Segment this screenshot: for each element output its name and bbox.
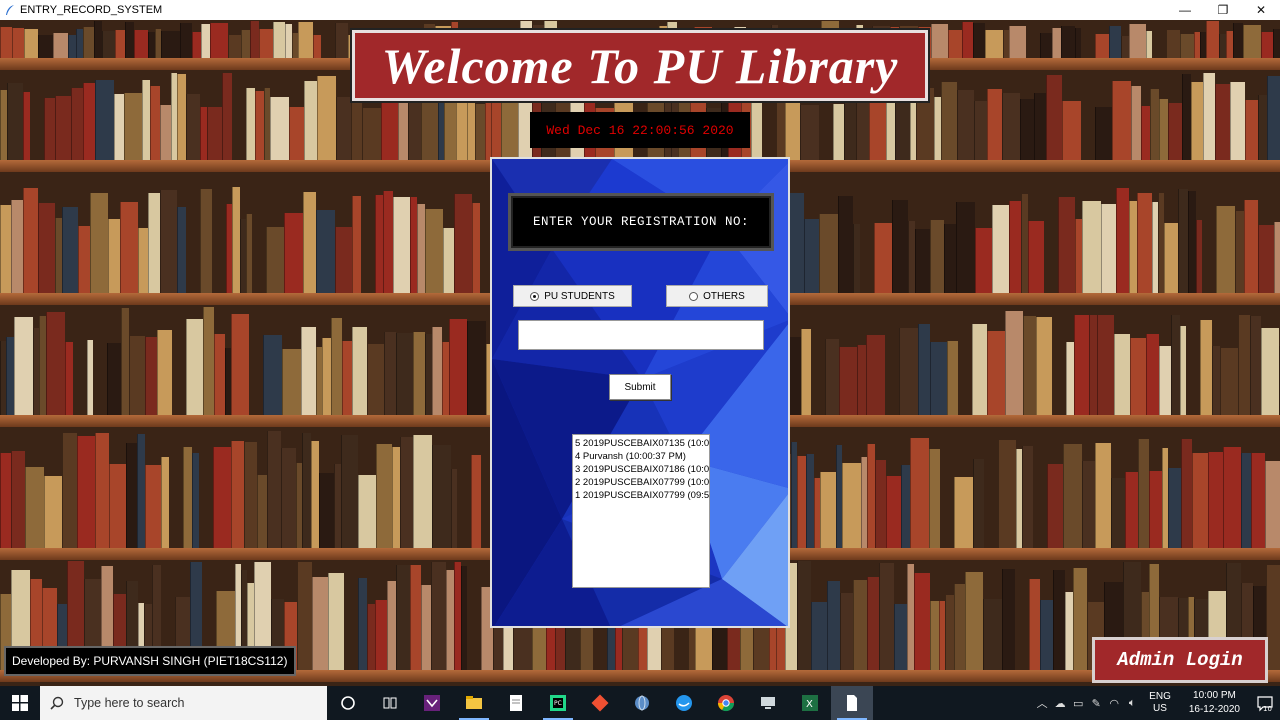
onedrive-icon[interactable]: ☁ — [1051, 697, 1069, 710]
registration-prompt-text: ENTER YOUR REGISTRATION NO: — [532, 215, 750, 229]
notification-icon: 10 — [1257, 696, 1273, 712]
taskbar-app-notepad[interactable] — [495, 686, 537, 720]
entry-log-list[interactable]: 5 2019PUSCEBAIX07135 (10:00: 4 Purvansh (… — [572, 434, 710, 588]
feather-app-icon — [6, 5, 14, 15]
registration-prompt: ENTER YOUR REGISTRATION NO: — [508, 193, 774, 251]
svg-text:X: X — [806, 699, 813, 710]
system-tray: ︿ ☁ ▭ ✎ ◠ 🔈︎ ENG US 10:00 PM 16-12-2020 … — [1033, 686, 1280, 720]
notepad-icon — [510, 695, 522, 711]
admin-login-button[interactable]: Admin Login — [1092, 637, 1268, 683]
datetime-display: Wed Dec 16 22:00:56 2020 — [530, 112, 750, 148]
radio-unselected-icon — [689, 291, 699, 301]
radio-pu-students-label: PU STUDENTS — [544, 290, 615, 302]
remote-desktop-icon — [761, 697, 775, 709]
taskbar-app-network[interactable] — [621, 686, 663, 720]
git-icon — [591, 694, 609, 712]
task-view-icon — [383, 697, 397, 709]
action-center-button[interactable]: 10 — [1250, 686, 1280, 720]
svg-text:PC: PC — [554, 700, 562, 707]
file-explorer-icon — [466, 696, 482, 709]
wifi-icon[interactable]: ◠ — [1105, 697, 1123, 710]
volume-icon[interactable]: 🔈︎ — [1123, 697, 1141, 710]
taskbar-app-chrome[interactable] — [705, 686, 747, 720]
start-button[interactable] — [0, 686, 40, 720]
list-item[interactable]: 4 Purvansh (10:00:37 PM) — [575, 450, 707, 463]
radio-others-label: OTHERS — [703, 290, 745, 302]
list-item[interactable]: 1 2019PUSCEBAIX07799 (09:59: — [575, 489, 709, 502]
windows-taskbar: Type here to search PC X ︿ ☁ ▭ ✎ ◠ 🔈︎ EN… — [0, 686, 1280, 720]
taskbar-app-git[interactable] — [579, 686, 621, 720]
close-button[interactable]: ✕ — [1242, 0, 1280, 20]
visual-studio-icon — [424, 695, 440, 711]
taskbar-app-pycharm[interactable]: PC — [537, 686, 579, 720]
taskbar-search-box[interactable]: Type here to search — [40, 686, 327, 720]
document-icon — [847, 695, 857, 711]
taskbar-app-excel[interactable]: X — [789, 686, 831, 720]
datetime-text: Wed Dec 16 22:00:56 2020 — [546, 122, 734, 138]
entry-panel: ENTER YOUR REGISTRATION NO: PU STUDENTS … — [490, 157, 790, 628]
docker-icon — [676, 695, 692, 711]
list-item[interactable]: 2 2019PUSCEBAIX07799 (10:00: — [575, 476, 709, 489]
taskbar-app-docker[interactable] — [663, 686, 705, 720]
pen-icon[interactable]: ✎ — [1087, 697, 1105, 710]
language-code: ENG — [1149, 691, 1171, 702]
window-title: ENTRY_RECORD_SYSTEM — [20, 4, 163, 16]
battery-icon[interactable]: ▭ — [1069, 697, 1087, 710]
developer-credit-text: Developed By: PURVANSH SINGH (PIET18CS11… — [12, 654, 288, 668]
cortana-icon — [341, 696, 355, 710]
taskbar-app-document[interactable] — [831, 686, 873, 720]
windows-logo-icon — [12, 695, 28, 711]
search-placeholder: Type here to search — [74, 696, 185, 710]
list-item[interactable]: 3 2019PUSCEBAIX07186 (10:00: — [575, 463, 709, 476]
notification-count: 10 — [1263, 705, 1272, 712]
region-code: US — [1153, 703, 1167, 714]
taskbar-clock[interactable]: 10:00 PM 16-12-2020 — [1189, 689, 1240, 717]
excel-icon: X — [802, 695, 818, 711]
admin-login-label: Admin Login — [1117, 649, 1243, 671]
list-item[interactable]: 5 2019PUSCEBAIX07135 (10:00: — [575, 437, 709, 450]
pycharm-icon: PC — [550, 695, 566, 711]
radio-pu-students[interactable]: PU STUDENTS — [513, 285, 632, 307]
language-indicator[interactable]: ENG US — [1149, 691, 1171, 715]
welcome-title: Welcome To PU Library — [381, 37, 899, 94]
submit-button[interactable]: Submit — [609, 374, 671, 400]
taskbar-app-file-explorer[interactable] — [453, 686, 495, 720]
taskbar-app-remote-desktop[interactable] — [747, 686, 789, 720]
taskbar-date: 16-12-2020 — [1188, 704, 1240, 715]
developer-credit: Developed By: PURVANSH SINGH (PIET18CS11… — [4, 646, 296, 676]
task-view-button[interactable] — [369, 686, 411, 720]
welcome-banner: Welcome To PU Library — [350, 28, 930, 103]
taskbar-time: 10:00 PM — [1193, 690, 1236, 701]
show-hidden-icons-icon[interactable]: ︿ — [1033, 695, 1051, 711]
radio-selected-icon — [530, 291, 540, 301]
radio-others[interactable]: OTHERS — [666, 285, 768, 307]
maximize-button[interactable]: ❐ — [1204, 0, 1242, 20]
minimize-button[interactable]: — — [1166, 0, 1204, 20]
taskbar-app-visual-studio[interactable] — [411, 686, 453, 720]
cortana-button[interactable] — [327, 686, 369, 720]
chrome-icon — [717, 695, 735, 712]
search-icon — [50, 696, 64, 710]
network-globe-icon — [635, 695, 649, 711]
registration-input[interactable] — [518, 320, 764, 350]
window-title-bar: ENTRY_RECORD_SYSTEM — ❐ ✕ — [0, 0, 1280, 20]
